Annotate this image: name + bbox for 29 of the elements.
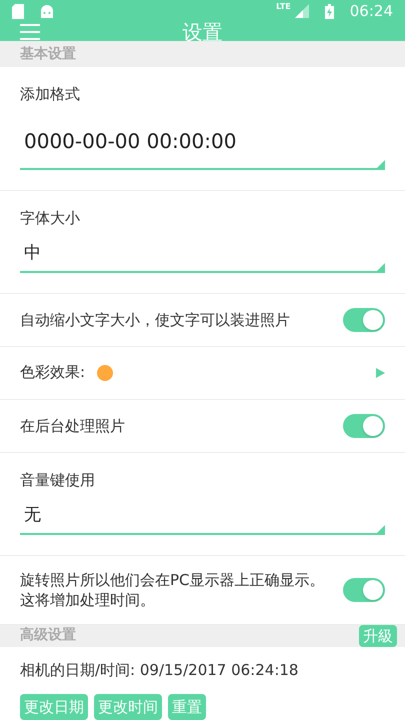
arrow-right-icon [376, 368, 385, 378]
setting-label: 在后台处理照片 [20, 416, 126, 436]
setting-label: 字体大小 [20, 208, 81, 228]
setting-label: 旋转照片所以他们会在PC显示器上正确显示。这将增加处理时间。 [20, 570, 326, 610]
setting-label: 自动缩小文字大小，使文字可以装进照片 [20, 310, 291, 330]
dropdown-corner-icon [377, 262, 385, 270]
android-icon [40, 4, 54, 18]
section-header: 基本设置 [20, 44, 76, 64]
clock: 06:24 [350, 1, 393, 22]
battery-icon [324, 4, 334, 19]
setting-label: 音量键使用 [20, 470, 96, 490]
setting-label: 添加格式 [20, 84, 81, 105]
input-field[interactable]: 无 [20, 499, 385, 534]
dropdown-corner-icon [377, 524, 385, 532]
network-label: LTE [276, 1, 291, 14]
input-field[interactable]: 中 [20, 237, 385, 272]
section-header: 高级设置 [20, 626, 76, 646]
toggle-switch[interactable] [343, 414, 385, 438]
signal-icon [294, 4, 309, 18]
color-effect-row[interactable]: 色彩效果: [0, 346, 405, 400]
toolbar-title: 设置 [182, 18, 222, 46]
setting-label: 色彩效果: [20, 362, 86, 384]
toggle-switch[interactable] [343, 578, 385, 602]
menu-icon[interactable] [20, 24, 40, 40]
toggle-switch[interactable] [343, 308, 385, 332]
camera-time: 相机的日期/时间: 09/15/2017 06:24:18 [20, 660, 300, 681]
input-field[interactable]: 0000-00-00 00:00:00 [20, 114, 385, 170]
sd-card-icon [12, 4, 24, 19]
dropdown-corner-icon [377, 160, 385, 168]
